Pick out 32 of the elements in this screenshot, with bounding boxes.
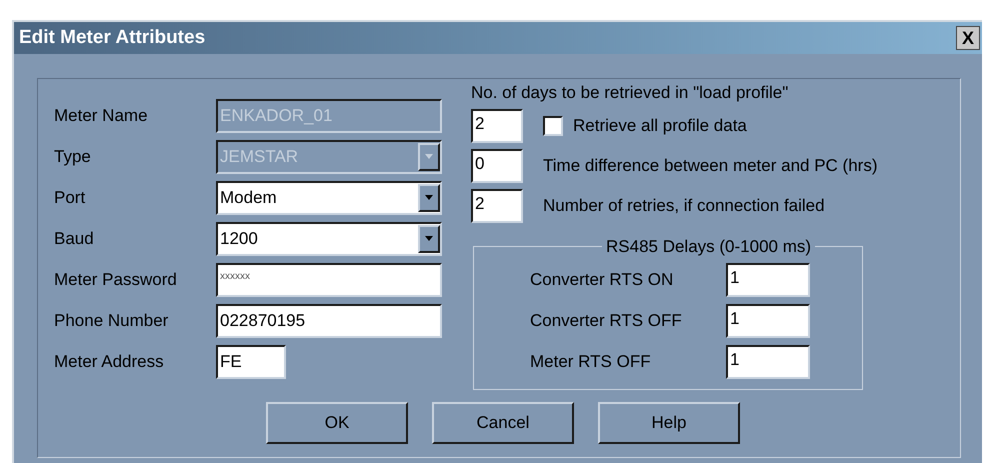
field-label: Converter RTS OFF	[530, 310, 683, 332]
dialog-button[interactable]: OK	[266, 402, 408, 444]
input-field[interactable]: 1	[726, 304, 810, 338]
field-label: Converter RTS ON	[530, 268, 674, 291]
section-heading: No. of days to be retrieved in "load profile"	[471, 82, 790, 104]
dialog-button[interactable]: Help	[598, 402, 740, 444]
field-label: Meter RTS OFF	[530, 350, 652, 373]
dropdown[interactable]: Modem	[216, 180, 442, 214]
field-label: Meter Address	[54, 350, 165, 373]
dropdown[interactable]: 1200	[216, 222, 442, 256]
input-field[interactable]: 2	[471, 108, 523, 142]
input-field[interactable]: 0	[471, 148, 523, 182]
close-button[interactable]: X	[956, 26, 980, 50]
option-label: Time difference between meter and PC (hrs)	[543, 154, 878, 177]
field-label: Meter Name	[54, 104, 149, 127]
window-title: Edit Meter Attributes	[19, 26, 206, 50]
field-label: Meter Password	[54, 268, 178, 291]
dialog-button[interactable]: Cancel	[432, 402, 574, 444]
input-field[interactable]: FE	[216, 344, 286, 378]
input-field[interactable]: 022870195	[216, 304, 442, 338]
option-label: Number of retries, if connection failed	[543, 194, 825, 217]
field-label: Port	[54, 186, 86, 209]
checkbox[interactable]	[543, 116, 563, 136]
input-field[interactable]: 1	[726, 344, 810, 378]
input-field[interactable]: 2	[471, 188, 523, 222]
field-label: Baud	[54, 228, 95, 250]
option-label: Retrieve all profile data	[573, 114, 747, 137]
group-title: RS485 Delays (0-1000 ms)	[605, 236, 812, 258]
field-label: Type	[54, 146, 92, 168]
input-field[interactable]: 1	[726, 262, 810, 296]
field-label: Phone Number	[54, 310, 170, 332]
input-field[interactable]: xxxxxx	[216, 262, 442, 296]
